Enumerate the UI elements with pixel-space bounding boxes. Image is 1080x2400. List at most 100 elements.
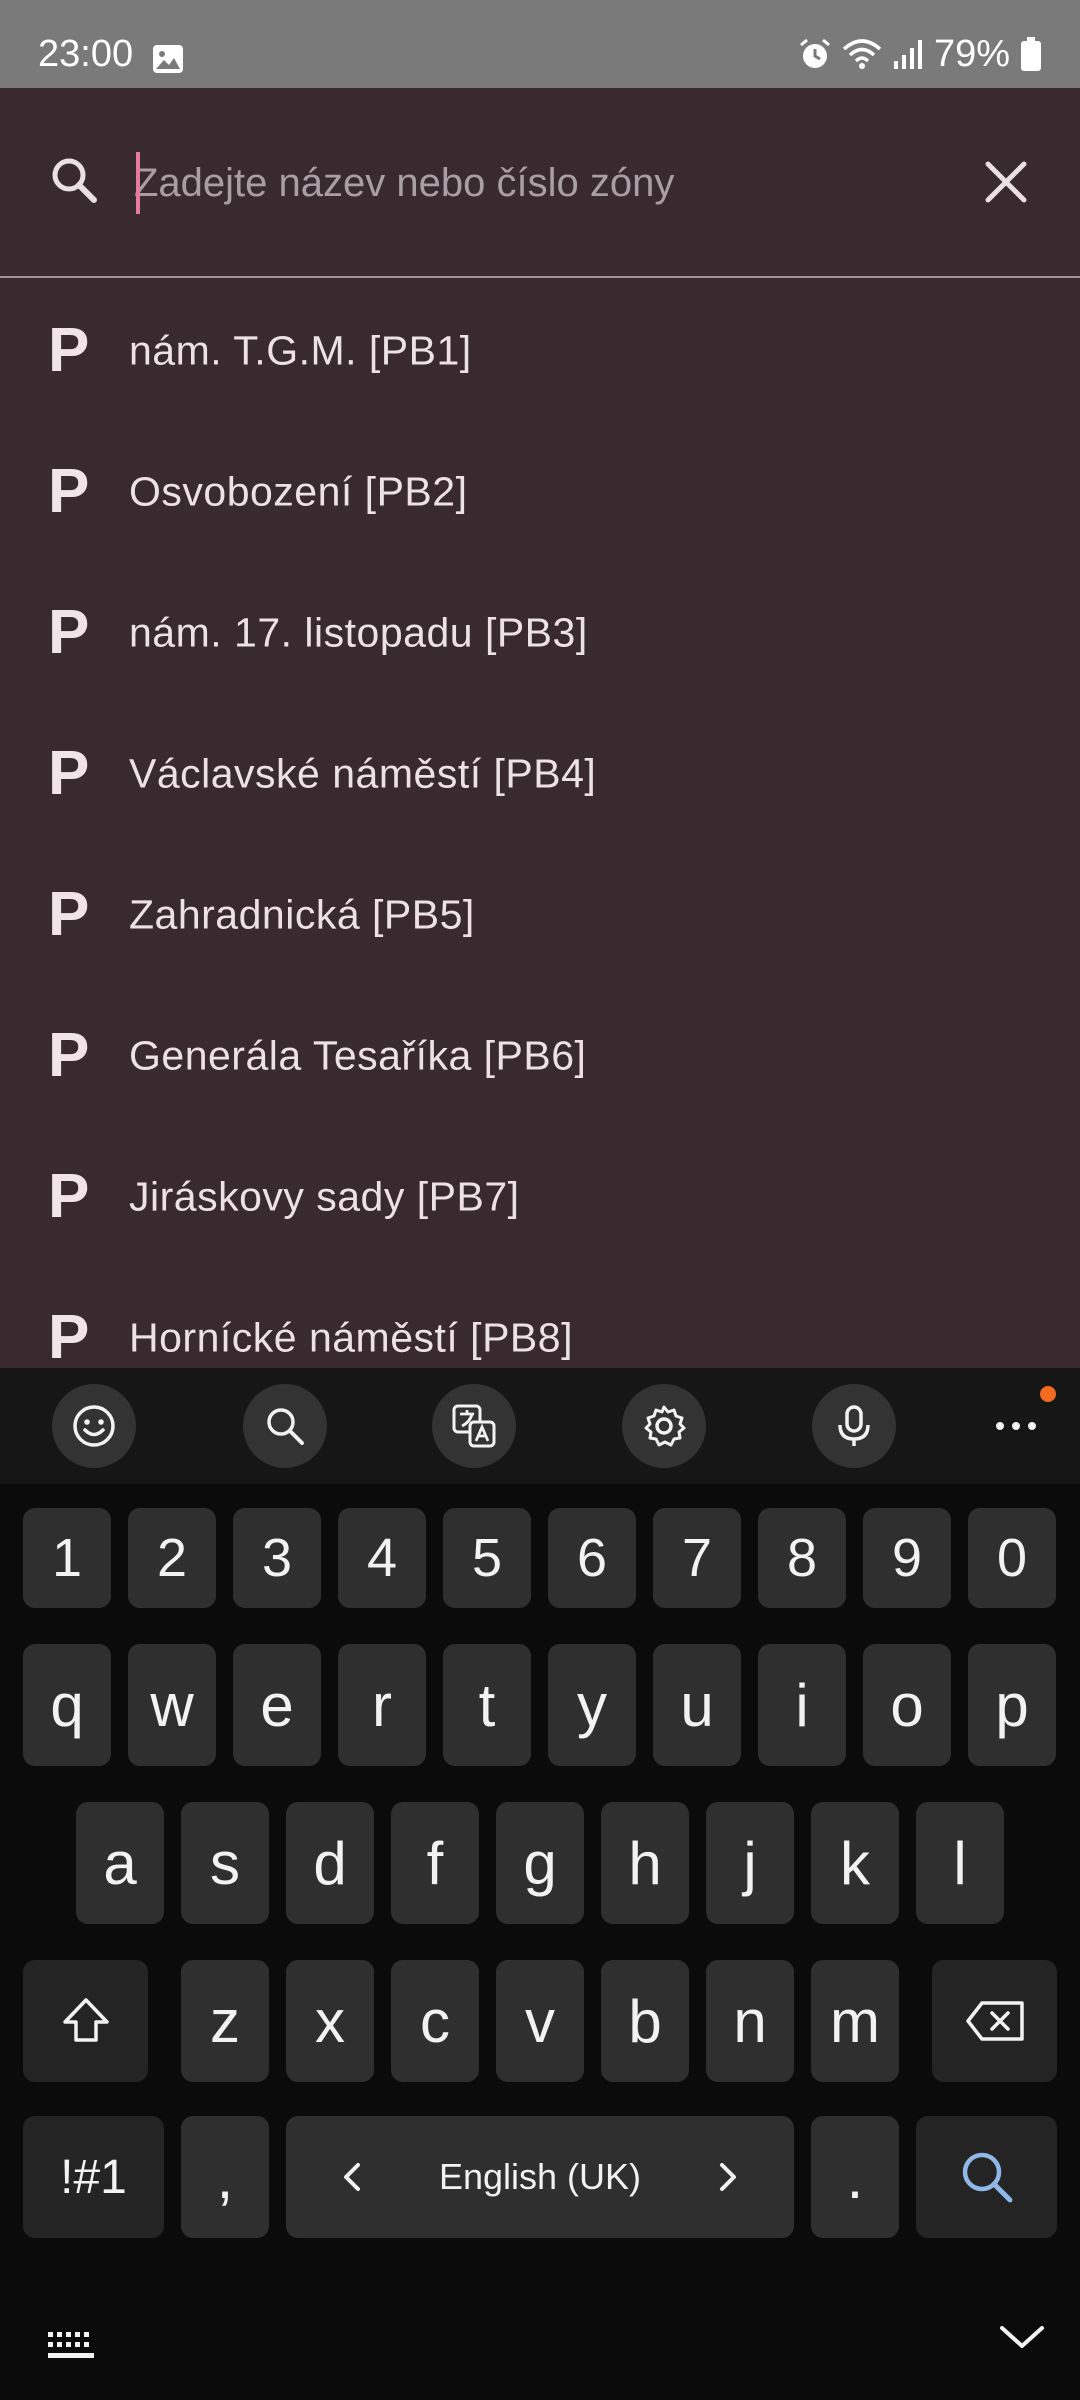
key-y[interactable]: y xyxy=(548,1644,636,1766)
emoji-icon xyxy=(73,1405,115,1447)
chevron-left-icon xyxy=(344,2163,360,2191)
backspace-key[interactable] xyxy=(932,1960,1057,2082)
zone-list: P nám. T.G.M. [PB1] P Osvobození [PB2] P… xyxy=(0,280,1080,1368)
parking-icon: P xyxy=(48,1161,90,1231)
app-content: P nám. T.G.M. [PB1] P Osvobození [PB2] P… xyxy=(0,88,1080,1368)
key-j[interactable]: j xyxy=(706,1802,794,1924)
list-item[interactable]: P nám. 17. listopadu [PB3] xyxy=(0,562,1080,703)
key-k[interactable]: k xyxy=(811,1802,899,1924)
key-6[interactable]: 6 xyxy=(548,1508,636,1608)
zone-label: Jiráskovy sady [PB7] xyxy=(129,1173,520,1219)
key-s[interactable]: s xyxy=(181,1802,269,1924)
parking-icon: P xyxy=(48,1020,90,1090)
key-x[interactable]: x xyxy=(286,1960,374,2082)
period-key[interactable]: . xyxy=(811,2116,899,2238)
signal-icon xyxy=(893,40,922,69)
shift-icon xyxy=(62,1998,109,2042)
key-o[interactable]: o xyxy=(863,1644,951,1766)
list-item[interactable]: P Osvobození [PB2] xyxy=(0,421,1080,562)
key-3[interactable]: 3 xyxy=(233,1508,321,1608)
close-icon[interactable] xyxy=(978,154,1034,210)
search-action-key[interactable] xyxy=(916,2116,1057,2238)
parking-icon: P xyxy=(48,315,90,385)
key-t[interactable]: t xyxy=(443,1644,531,1766)
key-9[interactable]: 9 xyxy=(863,1508,951,1608)
key-g[interactable]: g xyxy=(496,1802,584,1924)
search-input[interactable] xyxy=(134,146,954,220)
translate-icon xyxy=(452,1404,496,1448)
parking-icon: P xyxy=(48,1302,90,1368)
parking-icon: P xyxy=(48,738,90,808)
text-caret xyxy=(136,152,140,214)
key-h[interactable]: h xyxy=(601,1802,689,1924)
search-bar xyxy=(0,88,1080,278)
chevron-down-icon[interactable] xyxy=(998,2322,1046,2352)
space-bar[interactable]: English (UK) xyxy=(286,2116,794,2238)
list-item[interactable]: P Generála Tesaříka [PB6] xyxy=(0,985,1080,1126)
search-icon xyxy=(267,1408,304,1445)
key-d[interactable]: d xyxy=(286,1802,374,1924)
parking-icon: P xyxy=(48,597,90,667)
parking-icon: P xyxy=(48,879,90,949)
key-v[interactable]: v xyxy=(496,1960,584,2082)
list-item[interactable]: P Zahradnická [PB5] xyxy=(0,844,1080,985)
key-f[interactable]: f xyxy=(391,1802,479,1924)
key-z[interactable]: z xyxy=(181,1960,269,2082)
chevron-right-icon xyxy=(720,2163,736,2191)
key-n[interactable]: n xyxy=(706,1960,794,2082)
translate-button[interactable] xyxy=(432,1384,516,1468)
microphone-icon xyxy=(838,1405,870,1446)
keyboard-search-button[interactable] xyxy=(243,1384,327,1468)
key-a[interactable]: a xyxy=(76,1802,164,1924)
zone-label: Hornícké náměstí [PB8] xyxy=(129,1314,573,1360)
zone-label: Generála Tesaříka [PB6] xyxy=(129,1032,587,1078)
image-icon xyxy=(153,45,183,73)
list-item[interactable]: P Hornícké náměstí [PB8] xyxy=(0,1267,1080,1368)
voice-input-button[interactable] xyxy=(812,1384,896,1468)
notification-dot xyxy=(1040,1386,1056,1402)
keyboard-icon[interactable] xyxy=(46,2330,96,2362)
zone-label: nám. 17. listopadu [PB3] xyxy=(129,609,588,655)
shift-key[interactable] xyxy=(23,1960,148,2082)
list-item[interactable]: P Jiráskovy sady [PB7] xyxy=(0,1126,1080,1267)
key-w[interactable]: w xyxy=(128,1644,216,1766)
key-1[interactable]: 1 xyxy=(23,1508,111,1608)
status-time: 23:00 xyxy=(38,33,134,75)
key-0[interactable]: 0 xyxy=(968,1508,1056,1608)
list-item[interactable]: P nám. T.G.M. [PB1] xyxy=(0,280,1080,421)
key-m[interactable]: m xyxy=(811,1960,899,2082)
symbols-key[interactable]: !#1 xyxy=(23,2116,164,2238)
key-u[interactable]: u xyxy=(653,1644,741,1766)
parking-icon: P xyxy=(48,456,90,526)
emoji-button[interactable] xyxy=(52,1384,136,1468)
keyboard: 1 2 3 4 5 6 7 8 9 0 q w e r t y u i o p … xyxy=(0,1368,1080,2400)
settings-button[interactable] xyxy=(622,1384,706,1468)
zone-label: Zahradnická [PB5] xyxy=(129,891,475,937)
comma-key[interactable]: , xyxy=(181,2116,269,2238)
key-l[interactable]: l xyxy=(916,1802,1004,1924)
key-2[interactable]: 2 xyxy=(128,1508,216,1608)
keyboard-toolbar xyxy=(0,1368,1080,1484)
search-icon xyxy=(52,158,97,203)
zone-label: nám. T.G.M. [PB1] xyxy=(129,327,472,373)
search-icon xyxy=(962,2152,1012,2203)
key-r[interactable]: r xyxy=(338,1644,426,1766)
key-q[interactable]: q xyxy=(23,1644,111,1766)
zone-label: Václavské náměstí [PB4] xyxy=(129,750,597,796)
list-item[interactable]: P Václavské náměstí [PB4] xyxy=(0,703,1080,844)
language-label: English (UK) xyxy=(438,2156,642,2197)
key-i[interactable]: i xyxy=(758,1644,846,1766)
key-8[interactable]: 8 xyxy=(758,1508,846,1608)
key-5[interactable]: 5 xyxy=(443,1508,531,1608)
key-e[interactable]: e xyxy=(233,1644,321,1766)
status-bar: 23:00 79% xyxy=(0,0,1080,88)
key-b[interactable]: b xyxy=(601,1960,689,2082)
key-7[interactable]: 7 xyxy=(653,1508,741,1608)
key-c[interactable]: c xyxy=(391,1960,479,2082)
key-p[interactable]: p xyxy=(968,1644,1056,1766)
key-4[interactable]: 4 xyxy=(338,1508,426,1608)
alarm-icon xyxy=(799,38,830,68)
backspace-icon xyxy=(965,2001,1024,2041)
zone-label: Osvobození [PB2] xyxy=(129,468,468,514)
status-right: 79% xyxy=(798,34,1042,74)
